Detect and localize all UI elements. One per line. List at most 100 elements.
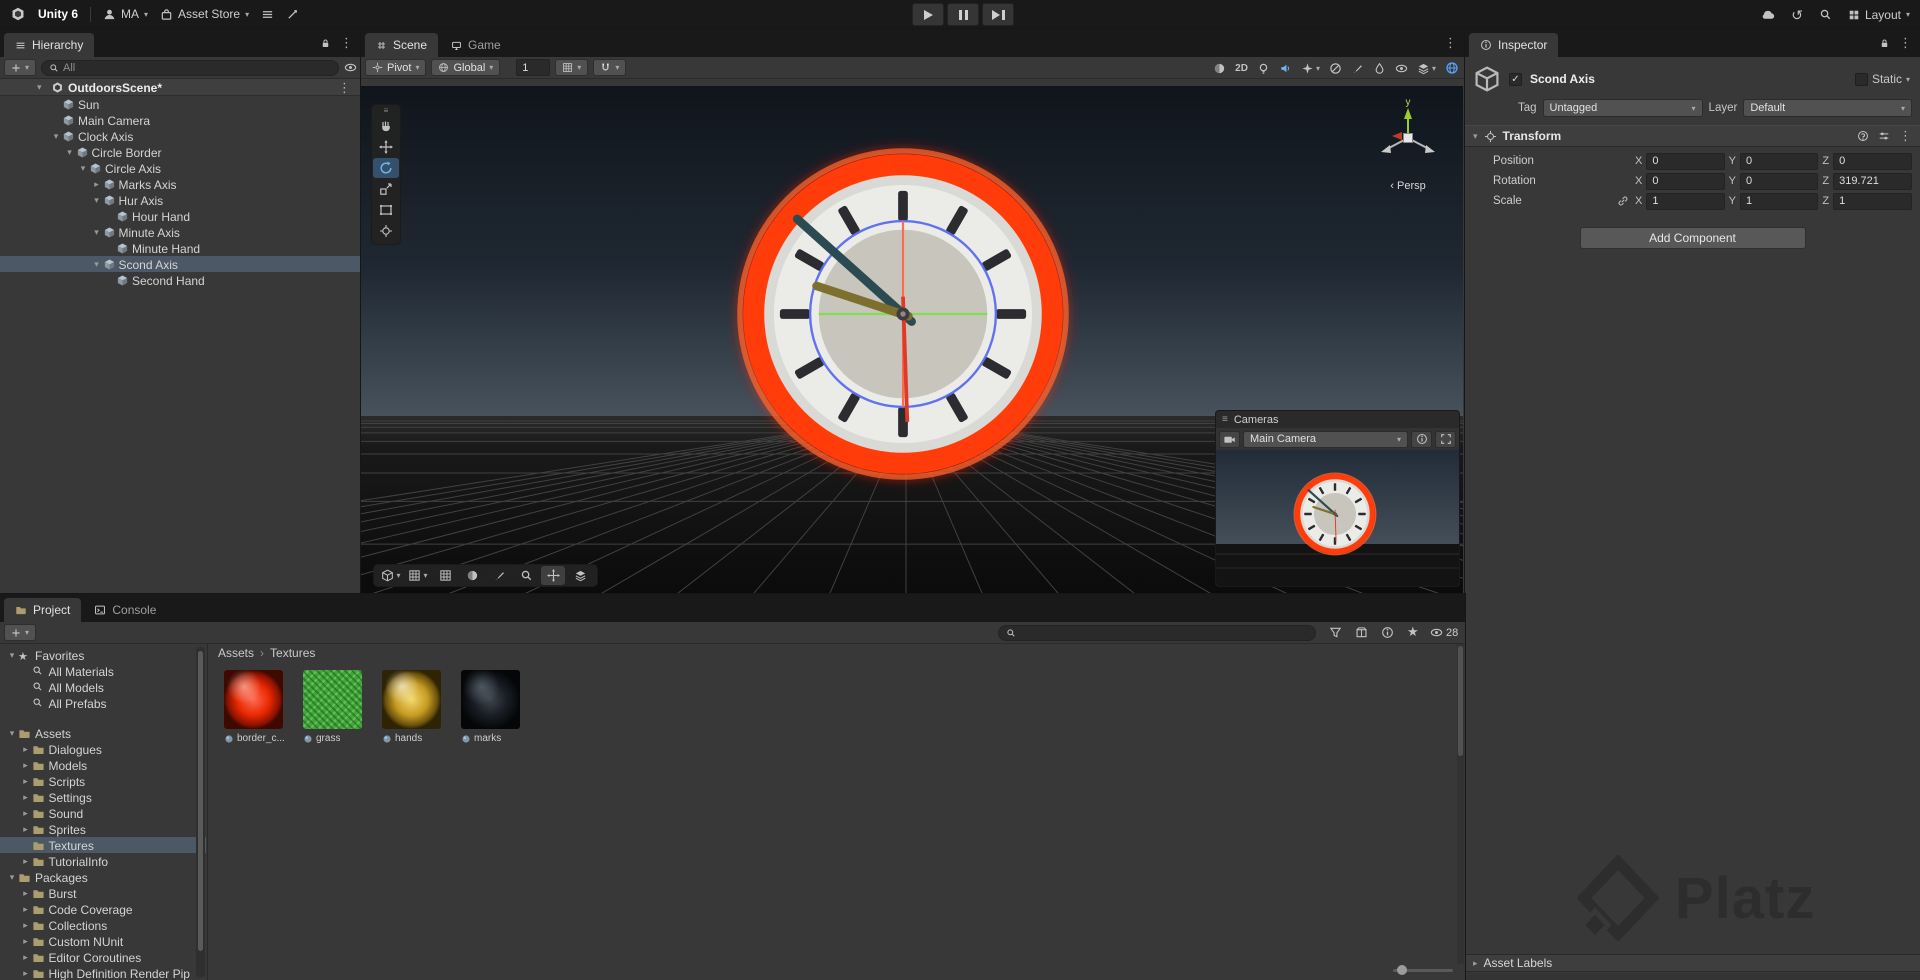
transform-scale-y-field[interactable]: 1 [1740, 192, 1819, 210]
foldout-closed-icon[interactable]: ▸ [21, 968, 31, 978]
foldout-closed-icon[interactable]: ▸ [21, 920, 31, 930]
asset-thumbnail[interactable] [224, 670, 283, 729]
transform-tool-button[interactable] [373, 221, 399, 241]
foldout-closed-icon[interactable]: ▸ [21, 952, 31, 962]
foldout-open-icon[interactable]: ▾ [7, 650, 17, 660]
foldout-open-icon[interactable]: ▾ [1473, 131, 1478, 142]
project-folder-settings[interactable]: ▸ Settings [0, 789, 206, 805]
inspector-menu-dots[interactable]: ⋮ [1899, 35, 1912, 51]
droplet-button[interactable] [1373, 62, 1386, 75]
camera-settings-button[interactable] [1445, 61, 1459, 75]
package-icon[interactable] [1355, 626, 1368, 639]
foldout-closed-icon[interactable]: ▸ [21, 744, 31, 754]
grid-settings-button[interactable]: ▾ [406, 566, 430, 585]
transform-component-header[interactable]: ▾ Transform ⋮ [1465, 125, 1920, 147]
scene-visibility-icon[interactable] [344, 61, 357, 74]
account-menu[interactable]: MA ▾ [103, 7, 148, 21]
grid-plane-button[interactable] [433, 566, 457, 585]
scene-menu-dots[interactable]: ⋮ [338, 80, 351, 96]
foldout-open-icon[interactable]: ▾ [65, 147, 75, 157]
layout-menu[interactable]: Layout ▾ [1848, 8, 1910, 22]
tab-console[interactable]: Console [83, 598, 167, 622]
rect-tool-button[interactable] [373, 200, 399, 220]
foldout-open-icon[interactable]: ▾ [92, 195, 102, 205]
add-component-button[interactable]: Add Component [1579, 227, 1806, 249]
foldout-open-icon[interactable]: ▾ [78, 163, 88, 173]
foldout-open-icon[interactable]: ▾ [37, 82, 42, 93]
asset-thumbnail[interactable] [382, 670, 441, 729]
asset-thumbnail[interactable] [303, 670, 362, 729]
hierarchy-item-marks-axis[interactable]: ▸ Marks Axis [0, 176, 361, 192]
project-folder-packages[interactable]: ▾ Packages [0, 869, 206, 885]
static-checkbox[interactable] [1854, 72, 1868, 86]
search-scene-button[interactable] [514, 566, 538, 585]
hierarchy-item-hour-hand[interactable]: Hour Hand [0, 208, 361, 224]
render-sphere-button[interactable] [460, 566, 484, 585]
handle-space-button[interactable]: Global ▾ [431, 59, 501, 76]
orientation-gizmo-button[interactable]: ▾ [379, 566, 403, 585]
camera-select-dropdown[interactable]: Main Camera ▾ [1243, 430, 1408, 448]
project-search-input[interactable] [1020, 627, 1308, 639]
project-folder-all-models[interactable]: All Models [0, 679, 206, 695]
breadcrumb-assets[interactable]: Assets [218, 646, 254, 660]
hierarchy-item-scond-axis[interactable]: ▾ Scond Axis [0, 256, 361, 272]
hierarchy-item-minute-hand[interactable]: Minute Hand [0, 240, 361, 256]
project-folder-custom-nunit[interactable]: ▸ Custom NUnit [0, 933, 206, 949]
audio-toggle-button[interactable] [1279, 62, 1292, 75]
asset-item-marks[interactable]: marks [461, 670, 523, 744]
hierarchy-item-sun[interactable]: Sun [0, 96, 361, 112]
rotate-tool-button[interactable] [373, 158, 399, 178]
hierarchy-item-circle-axis[interactable]: ▾ Circle Axis [0, 160, 361, 176]
asset-store-menu[interactable]: Asset Store ▾ [160, 7, 249, 21]
tab-scene[interactable]: Scene [365, 33, 439, 57]
camera-info-button[interactable] [1411, 430, 1432, 448]
presets-icon[interactable] [1878, 130, 1890, 142]
foldout-closed-icon[interactable]: ▸ [21, 760, 31, 770]
pivot-toggle-button[interactable]: Pivot ▾ [365, 59, 427, 76]
foldout-open-icon[interactable]: ▾ [7, 728, 17, 738]
2d-toggle-button[interactable]: 2D [1235, 63, 1248, 74]
foldout-open-icon[interactable]: ▾ [51, 131, 61, 141]
tag-dropdown[interactable]: Untagged ▾ [1542, 99, 1703, 117]
project-folder-all-materials[interactable]: All Materials [0, 663, 206, 679]
hidden-objects-button[interactable] [1329, 62, 1342, 75]
lock-icon[interactable] [320, 38, 331, 49]
hierarchy-item-clock-axis[interactable]: ▾ Clock Axis [0, 128, 361, 144]
project-folder-sprites[interactable]: ▸ Sprites [0, 821, 206, 837]
move-overlay-button[interactable] [541, 566, 565, 585]
foldout-open-icon[interactable]: ▾ [92, 259, 102, 269]
project-folder-collections[interactable]: ▸ Collections [0, 917, 206, 933]
scene-root-row[interactable]: ▾ OutdoorsScene* ⋮ [0, 79, 361, 96]
layers-button[interactable]: ▾ [1417, 62, 1436, 75]
object-name-field[interactable]: Scond Axis [1530, 72, 1847, 86]
project-folder-scripts[interactable]: ▸ Scripts [0, 773, 206, 789]
tree-scrollbar-thumb[interactable] [198, 651, 203, 951]
camera-expand-button[interactable] [1435, 430, 1456, 448]
foldout-closed-icon[interactable]: ▸ [21, 776, 31, 786]
hierarchy-item-minute-axis[interactable]: ▾ Minute Axis [0, 224, 361, 240]
project-folder-favorites[interactable]: ▾ ★ Favorites [0, 647, 206, 663]
foldout-closed-icon[interactable]: ▸ [21, 808, 31, 818]
component-menu-dots[interactable]: ⋮ [1899, 128, 1912, 144]
hierarchy-item-main-camera[interactable]: Main Camera [0, 112, 361, 128]
snap-toggle-button[interactable]: ▾ [593, 59, 627, 76]
foldout-closed-icon[interactable]: ▸ [21, 824, 31, 834]
static-caret-icon[interactable]: ▾ [1906, 75, 1910, 84]
help-icon[interactable] [1857, 130, 1869, 142]
transform-position-y-field[interactable]: 0 [1740, 152, 1819, 170]
asset-item-border-c-[interactable]: border_c... [224, 670, 286, 744]
foldout-closed-icon[interactable]: ▸ [21, 904, 31, 914]
breadcrumb-textures[interactable]: Textures [270, 646, 315, 660]
layers-overlay-button[interactable] [568, 566, 592, 585]
cloud-icon[interactable] [1760, 7, 1775, 22]
history-icon[interactable]: ↺ [1791, 8, 1803, 22]
paint-button[interactable] [487, 566, 511, 585]
hierarchy-search[interactable] [41, 59, 339, 76]
asset-labels-bar[interactable]: ▸ Asset Labels [1465, 954, 1920, 972]
project-folder-all-prefabs[interactable]: All Prefabs [0, 695, 206, 711]
brush-tool-button[interactable] [1351, 62, 1364, 75]
tab-project[interactable]: Project [4, 598, 82, 622]
effects-toggle-button[interactable]: ▾ [1301, 62, 1320, 75]
camera-icon-button[interactable] [1219, 430, 1240, 448]
lock-icon[interactable] [1879, 38, 1890, 49]
